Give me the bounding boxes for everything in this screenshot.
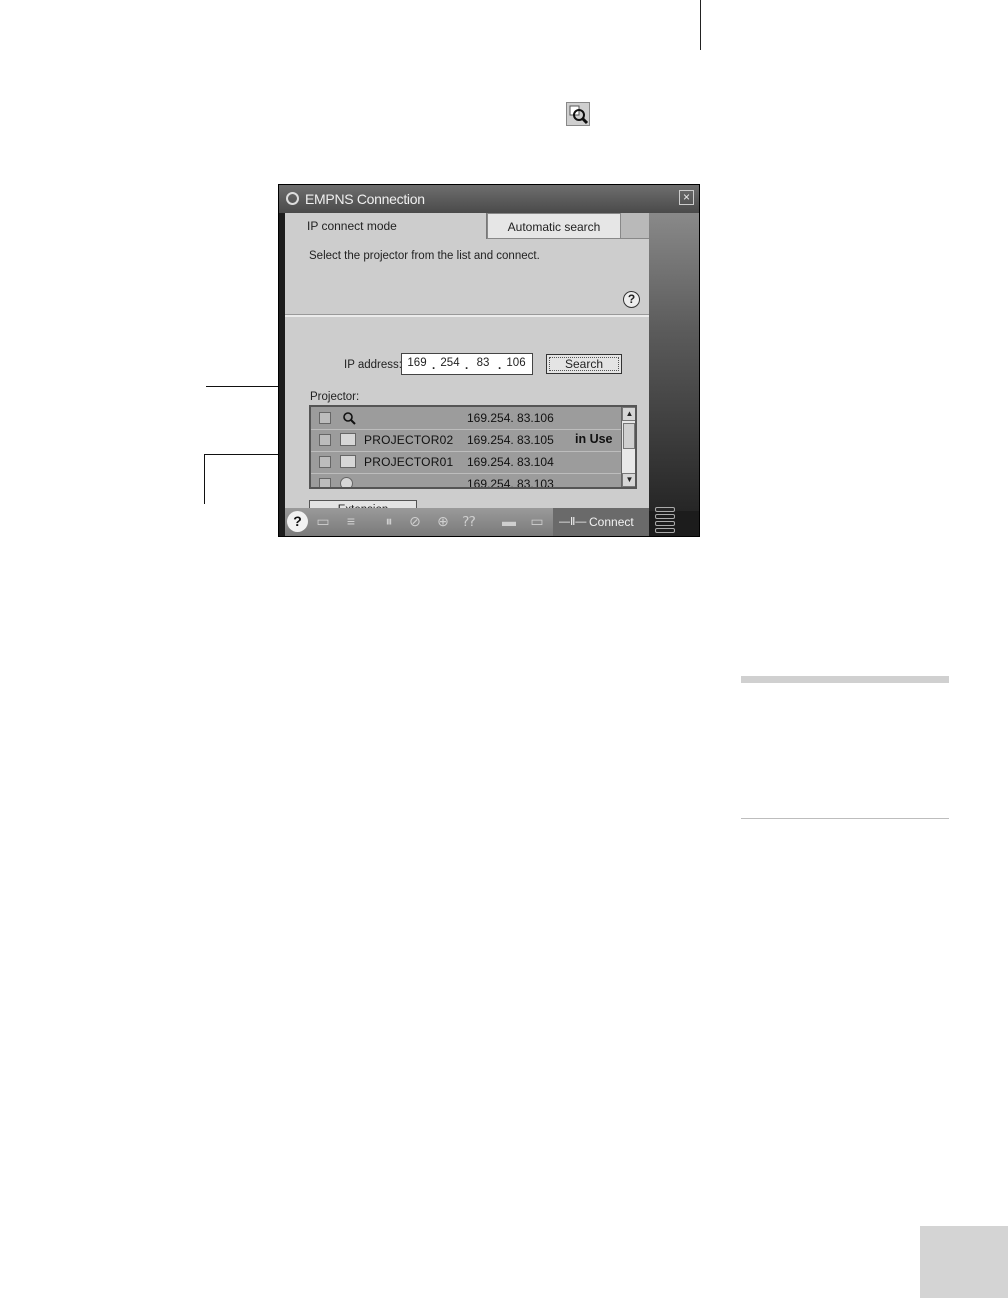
keyboard-icon[interactable]: ▬	[497, 511, 521, 532]
ip-address-label: IP address:	[344, 359, 402, 371]
bottom-toolbar: ? ▭ ≡ ⏸ ⊘ ⊕ ⁇ ▬ ▭ —Ⅱ— Connect	[285, 508, 649, 536]
projector-list-label: Projector:	[310, 391, 360, 403]
list-item[interactable]: PROJECTOR01 169.254. 83.104	[311, 451, 621, 474]
tab-strip-fill	[621, 213, 649, 239]
connect-button[interactable]: —Ⅱ— Connect	[553, 508, 649, 536]
tab-ip-connect-mode[interactable]: IP connect mode	[285, 213, 487, 239]
callout-line-2-drop	[204, 454, 205, 504]
scroll-thumb[interactable]	[623, 423, 635, 449]
help-icon[interactable]: ?	[287, 511, 308, 532]
search-button[interactable]: Search	[546, 354, 622, 374]
list-item[interactable]: 169.254. 83.103	[311, 473, 621, 489]
connect-label: Connect	[589, 515, 634, 529]
list-item[interactable]: 169.254. 83.106	[311, 407, 621, 430]
mute-icon[interactable]: ⊘	[405, 511, 425, 532]
list-icon[interactable]: ≡	[341, 511, 361, 532]
row-checkbox[interactable]	[319, 434, 331, 446]
help-button[interactable]: ?	[623, 291, 640, 308]
row-name: PROJECTOR02	[364, 433, 454, 447]
query-icon[interactable]: ⁇	[459, 511, 479, 532]
ip-dot: .	[498, 360, 502, 372]
display-icon[interactable]: ▭	[313, 511, 333, 532]
projector-list[interactable]: 169.254. 83.106 PROJECTOR02 169.254. 83.…	[309, 405, 637, 489]
search-toolbar-icon	[566, 102, 590, 126]
ip-octet-2[interactable]: 254	[437, 357, 463, 369]
instructions-text: Select the projector from the list and c…	[309, 250, 540, 262]
app-icon	[286, 192, 299, 205]
scroll-up-icon[interactable]: ▲	[622, 407, 635, 421]
row-checkbox[interactable]	[319, 412, 331, 424]
section-divider	[285, 314, 649, 317]
page-number-tab	[918, 1224, 1008, 1298]
list-scrollbar[interactable]: ▲ ▼	[621, 407, 635, 487]
empns-connection-window: EMPNS Connection × IP connect mode Autom…	[278, 184, 700, 537]
main-panel: IP connect mode Automatic search Select …	[285, 213, 649, 521]
window-side-gradient	[649, 211, 699, 511]
ip-dot: .	[465, 360, 469, 372]
tab-automatic-search[interactable]: Automatic search	[487, 213, 621, 239]
zoom-icon[interactable]: ⊕	[433, 511, 453, 532]
row-checkbox[interactable]	[319, 478, 331, 487]
scroll-down-icon[interactable]: ▼	[622, 473, 635, 487]
ip-octet-3[interactable]: 83	[470, 357, 496, 369]
ip-octet-1[interactable]: 169	[404, 357, 430, 369]
unknown-icon	[340, 477, 353, 487]
projector-icon	[340, 455, 356, 468]
row-checkbox[interactable]	[319, 456, 331, 468]
note-divider	[741, 818, 949, 819]
page-rule	[700, 0, 701, 50]
ip-address-field[interactable]: 169 . 254 . 83 . 106	[401, 353, 533, 375]
ip-octet-4[interactable]: 106	[503, 357, 529, 369]
resize-grip-icon[interactable]	[655, 507, 675, 533]
remote-icon[interactable]: ▭	[525, 511, 549, 532]
row-name: PROJECTOR01	[364, 455, 454, 469]
window-title: EMPNS Connection	[305, 191, 425, 207]
ip-dot: .	[432, 360, 436, 372]
note-bar	[741, 676, 949, 683]
row-ip: 169.254. 83.106	[467, 411, 554, 425]
row-status: in Use	[575, 432, 613, 446]
title-bar[interactable]: EMPNS Connection ×	[279, 185, 699, 213]
search-icon	[340, 411, 356, 425]
close-button[interactable]: ×	[679, 190, 694, 205]
projector-icon	[340, 433, 356, 446]
row-ip: 169.254. 83.105	[467, 433, 554, 447]
plug-icon: —Ⅱ—	[559, 516, 587, 528]
list-item[interactable]: PROJECTOR02 169.254. 83.105 in Use	[311, 429, 621, 452]
row-ip: 169.254. 83.103	[467, 477, 554, 489]
row-ip: 169.254. 83.104	[467, 455, 554, 469]
pause-icon[interactable]: ⏸	[379, 511, 399, 532]
